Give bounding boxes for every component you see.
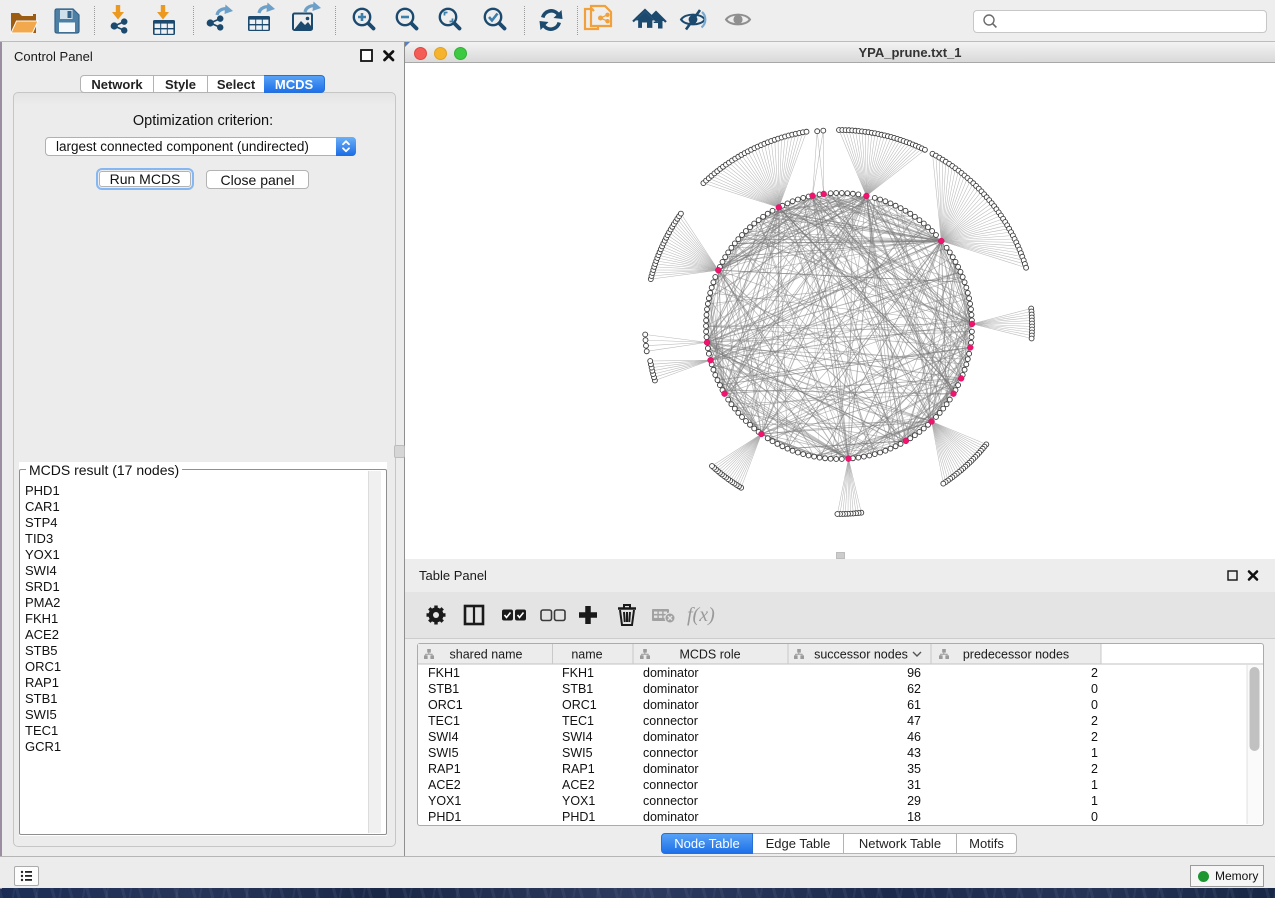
svg-text:46: 46	[907, 730, 921, 744]
svg-text:ACE2: ACE2	[562, 778, 595, 792]
svg-text:35: 35	[907, 762, 921, 776]
svg-text:43: 43	[907, 746, 921, 760]
svg-text:ORC1: ORC1	[428, 698, 463, 712]
svg-text:SWI5: SWI5	[428, 746, 459, 760]
svg-text:dominator: dominator	[643, 810, 699, 824]
svg-text:connector: connector	[643, 794, 698, 808]
svg-text:dominator: dominator	[643, 682, 699, 696]
svg-text:2: 2	[1091, 762, 1098, 776]
svg-text:dominator: dominator	[643, 666, 699, 680]
svg-text:STB1: STB1	[428, 682, 459, 696]
svg-text:ACE2: ACE2	[428, 778, 461, 792]
svg-text:f(x): f(x)	[687, 604, 715, 626]
svg-text:RAP1: RAP1	[562, 762, 595, 776]
svg-text:TEC1: TEC1	[428, 714, 460, 728]
svg-text:96: 96	[907, 666, 921, 680]
svg-text:2: 2	[1091, 730, 1098, 744]
svg-text:1: 1	[1091, 794, 1098, 808]
svg-text:PHD1: PHD1	[562, 810, 595, 824]
svg-text:FKH1: FKH1	[428, 666, 460, 680]
svg-text:YOX1: YOX1	[428, 794, 461, 808]
svg-text:name: name	[571, 648, 602, 662]
svg-text:FKH1: FKH1	[562, 666, 594, 680]
svg-text:0: 0	[1091, 698, 1098, 712]
svg-text:predecessor nodes: predecessor nodes	[963, 648, 1069, 662]
svg-text:MCDS role: MCDS role	[679, 648, 740, 662]
svg-text:SWI5: SWI5	[562, 746, 593, 760]
svg-text:2: 2	[1091, 714, 1098, 728]
svg-text:31: 31	[907, 778, 921, 792]
svg-text:YOX1: YOX1	[562, 794, 595, 808]
svg-text:29: 29	[907, 794, 921, 808]
svg-text:61: 61	[907, 698, 921, 712]
svg-text:0: 0	[1091, 810, 1098, 824]
svg-text:18: 18	[907, 810, 921, 824]
svg-text:connector: connector	[643, 746, 698, 760]
svg-text:dominator: dominator	[643, 762, 699, 776]
svg-text:SWI4: SWI4	[428, 730, 459, 744]
svg-text:1: 1	[1091, 746, 1098, 760]
svg-text:RAP1: RAP1	[428, 762, 461, 776]
svg-text:shared name: shared name	[450, 648, 523, 662]
svg-text:successor nodes: successor nodes	[814, 648, 908, 662]
svg-text:PHD1: PHD1	[428, 810, 461, 824]
svg-text:STB1: STB1	[562, 682, 593, 696]
svg-text:dominator: dominator	[643, 698, 699, 712]
svg-text:connector: connector	[643, 714, 698, 728]
svg-text:47: 47	[907, 714, 921, 728]
svg-text:SWI4: SWI4	[562, 730, 593, 744]
svg-text:dominator: dominator	[643, 730, 699, 744]
svg-text:62: 62	[907, 682, 921, 696]
svg-text:TEC1: TEC1	[562, 714, 594, 728]
svg-text:1: 1	[1091, 778, 1098, 792]
svg-text:ORC1: ORC1	[562, 698, 597, 712]
svg-text:connector: connector	[643, 778, 698, 792]
svg-text:0: 0	[1091, 682, 1098, 696]
svg-text:2: 2	[1091, 666, 1098, 680]
